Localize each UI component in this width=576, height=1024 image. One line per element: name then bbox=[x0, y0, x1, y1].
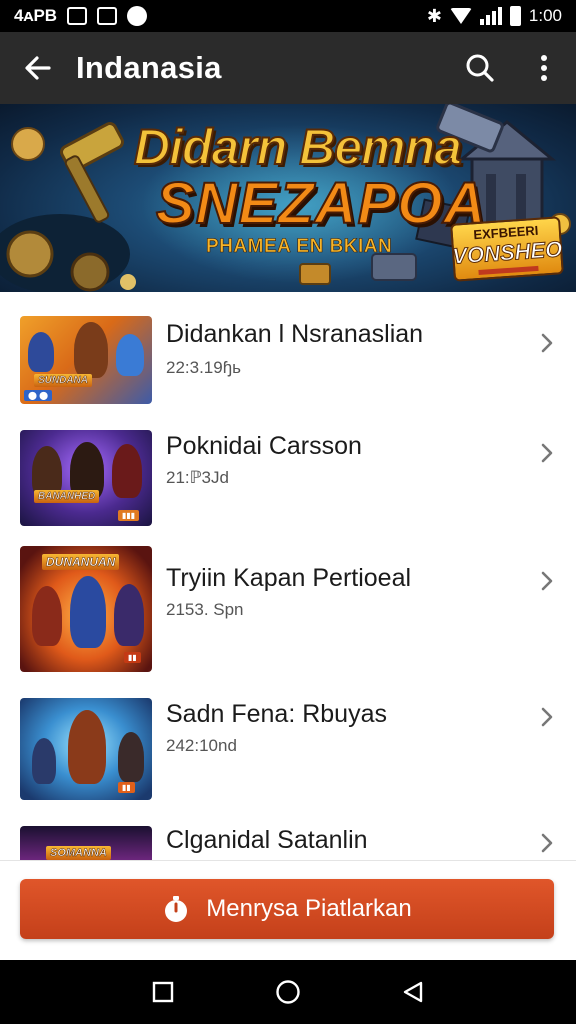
page-title: Indanasia bbox=[76, 50, 222, 85]
item-title: Clganidal Satanlin bbox=[166, 826, 368, 854]
promo-banner[interactable]: Didarn Bemna SNEZAPOA PHAMEA EN BKIAN EX… bbox=[0, 104, 576, 292]
search-icon bbox=[466, 54, 494, 82]
item-subtitle: 242:10nd bbox=[166, 736, 237, 755]
item-subtitle: 21:ℙ3Jd bbox=[166, 468, 229, 487]
item-subtitle: 2153. Sрn bbox=[166, 600, 244, 619]
bottom-action-area: Menrysa Piatlarkan bbox=[0, 860, 576, 960]
banner-subtitle: PHAMEA EN BKIAN bbox=[206, 236, 393, 258]
status-left-text: 4ᴀPB bbox=[14, 6, 58, 25]
recents-square-icon bbox=[152, 981, 173, 1003]
system-back-button[interactable] bbox=[393, 972, 433, 1012]
chevron-right-icon bbox=[536, 570, 558, 592]
game-thumbnail: BANANHED ▮▮▮ bbox=[20, 430, 152, 526]
search-button[interactable] bbox=[448, 32, 512, 104]
chevron-right-icon bbox=[536, 442, 558, 464]
timer-icon bbox=[162, 895, 190, 923]
list-item[interactable]: DUNANUAN ▮▮ Tryiin Kapan Pertioeal 2153.… bbox=[0, 546, 576, 672]
home-circle-icon bbox=[276, 980, 300, 1004]
list-item[interactable]: SOMANNA Clganidal Satanlin bbox=[0, 826, 576, 860]
game-list: SUNDANA ⬤ ⬤ Didankan l Nsranaslian 22:3.… bbox=[0, 292, 576, 860]
list-item[interactable]: BANANHED ▮▮▮ Poknidai Carsson 21:ℙ3Jd bbox=[0, 424, 576, 526]
game-thumbnail: SOMANNA bbox=[20, 826, 152, 860]
bluetooth-icon: ✱ bbox=[426, 5, 442, 26]
item-title: Didankan l Nsranaslian bbox=[166, 320, 424, 348]
banner-title-line2: SNEZAPOA bbox=[155, 170, 487, 237]
banner-title-line1: Didarn Bemna bbox=[133, 118, 463, 176]
game-thumbnail: DUNANUAN ▮▮ bbox=[20, 546, 152, 672]
back-triangle-icon bbox=[404, 981, 423, 1003]
item-title: Sadn Fena: Rbuyas bbox=[166, 700, 387, 728]
item-title: Poknidai Carsson bbox=[166, 432, 362, 460]
item-subtitle: 22:3.19ɧь bbox=[166, 358, 242, 377]
signal-icon bbox=[479, 7, 502, 25]
wifi-icon bbox=[449, 8, 472, 24]
status-time: 1:00 bbox=[528, 6, 562, 25]
arrow-left-icon bbox=[25, 56, 51, 80]
more-vert-icon bbox=[541, 55, 547, 81]
back-button[interactable] bbox=[0, 32, 76, 104]
image-icon bbox=[67, 7, 88, 25]
chevron-right-icon bbox=[536, 706, 558, 728]
chevron-right-icon bbox=[536, 332, 558, 354]
app-bar: Indanasia bbox=[0, 32, 576, 104]
banner-badge: EXFBEERI VONSHEO bbox=[450, 216, 564, 282]
game-thumbnail: SUNDANA ⬤ ⬤ bbox=[20, 316, 152, 404]
battery-icon bbox=[509, 6, 521, 26]
system-nav-bar bbox=[0, 960, 576, 1024]
primary-action-label: Menrysa Piatlarkan bbox=[206, 895, 412, 922]
recents-button[interactable] bbox=[143, 972, 183, 1012]
list-item[interactable]: ▮▮ Sadn Fena: Rbuyas 242:10nd bbox=[0, 696, 576, 800]
status-bar: 4ᴀPB ✱ 1:00 bbox=[0, 0, 576, 32]
chart-icon bbox=[97, 7, 118, 25]
game-thumbnail: ▮▮ bbox=[20, 698, 152, 800]
primary-action-button[interactable]: Menrysa Piatlarkan bbox=[20, 879, 554, 939]
item-title: Tryiin Kapan Pertioeal bbox=[166, 564, 412, 592]
more-options-button[interactable] bbox=[512, 32, 576, 104]
notification-dot-icon bbox=[127, 6, 148, 26]
chevron-right-icon bbox=[536, 832, 558, 854]
banner-badge-main: VONSHEO bbox=[451, 236, 564, 270]
list-item[interactable]: SUNDANA ⬤ ⬤ Didankan l Nsranaslian 22:3.… bbox=[0, 310, 576, 404]
home-button[interactable] bbox=[268, 972, 308, 1012]
